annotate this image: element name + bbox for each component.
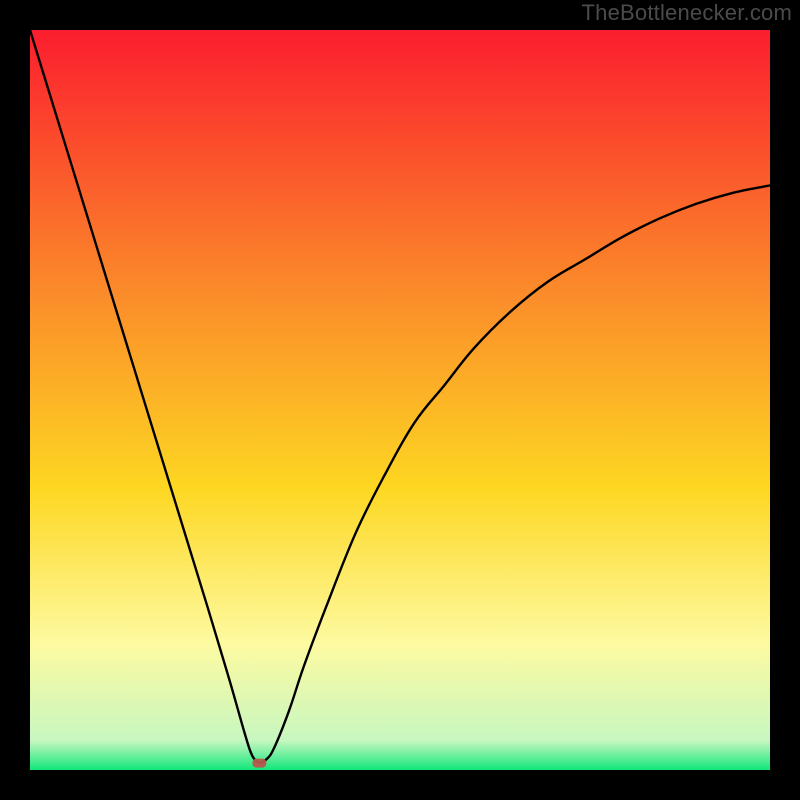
optimum-marker — [252, 759, 266, 768]
gradient-background — [30, 30, 770, 770]
chart-svg — [30, 30, 770, 770]
chart-frame: TheBottlenecker.com — [0, 0, 800, 800]
watermark-text: TheBottlenecker.com — [582, 0, 792, 26]
plot-area — [30, 30, 770, 770]
